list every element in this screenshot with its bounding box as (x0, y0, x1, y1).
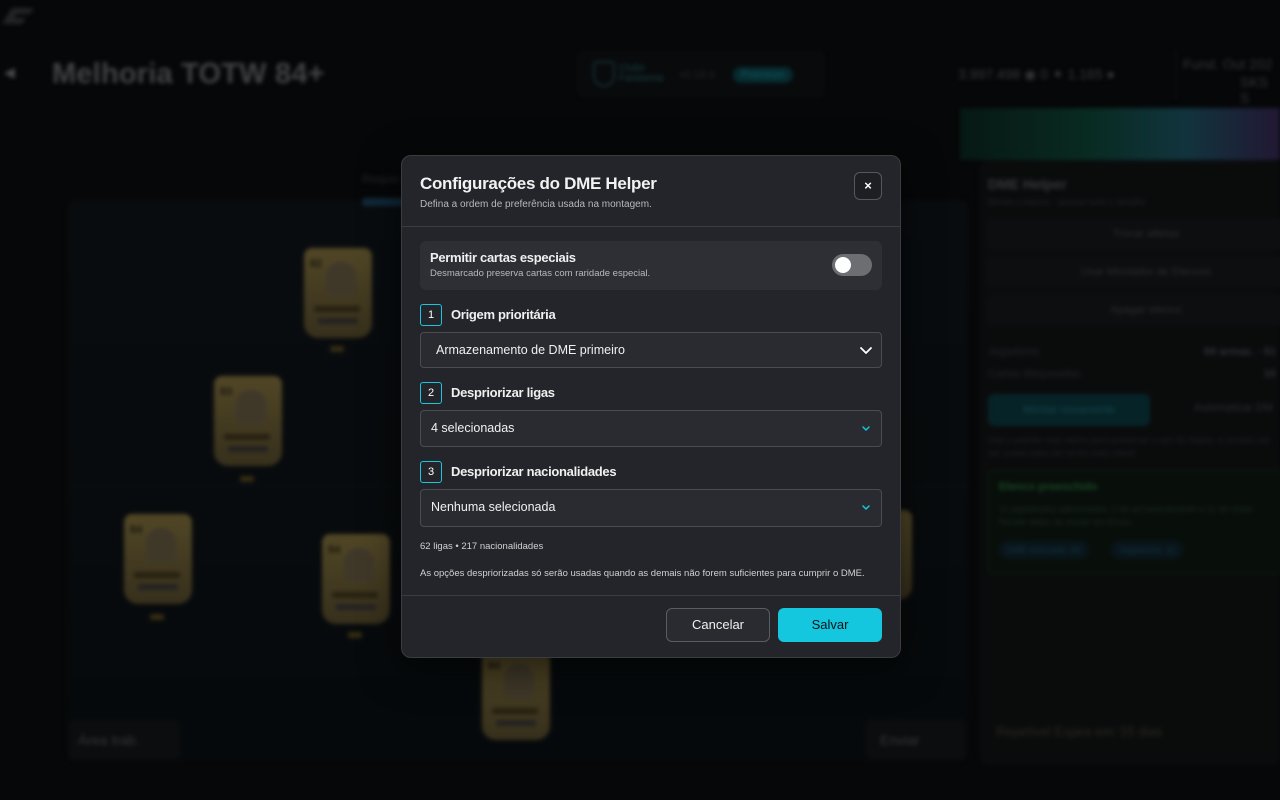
cancel-button[interactable]: Cancelar (666, 608, 770, 642)
deprioritize-leagues-select[interactable]: 4 selecionadas (420, 410, 882, 447)
settings-modal: Configurações do DME Helper Defina a ord… (401, 155, 901, 658)
step-label: Despriorizar nacionalidades (451, 464, 617, 479)
special-cards-description: Desmarcado preserva cartas com raridade … (430, 268, 651, 279)
header-divider (402, 226, 900, 227)
save-button[interactable]: Salvar (778, 608, 882, 642)
chevron-down-icon (862, 505, 870, 510)
special-cards-row: Permitir cartas especiais Desmarcado pre… (420, 241, 882, 290)
step-number: 2 (420, 382, 442, 404)
close-button[interactable]: × (854, 172, 882, 200)
select-value: Armazenamento de DME primeiro (436, 343, 625, 357)
step-number: 3 (420, 461, 442, 483)
step-label: Despriorizar ligas (451, 385, 555, 400)
available-counts: 62 ligas • 217 nacionalidades (420, 541, 544, 552)
select-value: Nenhuma selecionada (431, 500, 556, 514)
priority-source-select[interactable]: Armazenamento de DME primeiro (420, 332, 882, 368)
modal-title: Configurações do DME Helper (420, 174, 657, 193)
select-value: 4 selecionadas (431, 421, 515, 435)
deprioritize-note: As opções despriorizadas só serão usadas… (420, 568, 865, 579)
close-icon: × (864, 178, 872, 193)
special-cards-toggle[interactable] (832, 254, 872, 276)
chevron-down-icon (862, 426, 870, 431)
step-number: 1 (420, 304, 442, 326)
chevron-down-icon (860, 347, 872, 354)
step-label: Origem prioritária (451, 307, 556, 322)
special-cards-label: Permitir cartas especiais (430, 250, 576, 265)
footer-divider (402, 595, 900, 596)
toggle-knob (835, 257, 851, 273)
deprioritize-nationalities-select[interactable]: Nenhuma selecionada (420, 489, 882, 527)
modal-subtitle: Defina a ordem de preferência usada na m… (420, 199, 652, 210)
